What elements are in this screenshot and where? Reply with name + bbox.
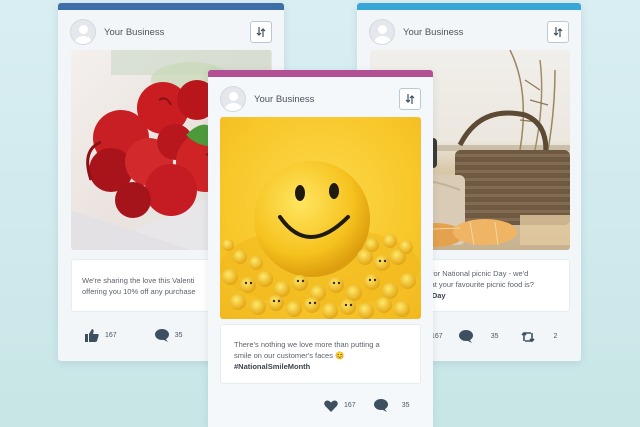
sync-button[interactable]	[547, 21, 569, 43]
smiley-illustration	[220, 161, 420, 319]
sync-arrows-icon	[405, 94, 415, 104]
user-avatar-icon[interactable]	[369, 19, 395, 45]
post-stats: 167 35 2	[431, 330, 557, 343]
comment-count: 35	[490, 333, 499, 340]
like-count: 167	[344, 402, 356, 409]
post-hashtag[interactable]: #NationalSmileMonth	[234, 362, 410, 373]
sync-button[interactable]	[250, 21, 272, 43]
post-text-box: There's nothing we love more than puttin…	[220, 324, 421, 384]
speech-bubble-icon	[458, 330, 473, 343]
sync-arrows-icon	[553, 27, 563, 37]
heart-icon	[324, 399, 338, 412]
post-text-line: what your favourite picnic food is?	[421, 279, 534, 289]
card-accent-bar	[357, 3, 581, 10]
card-accent-bar	[208, 70, 433, 77]
speech-bubble-icon	[154, 329, 169, 342]
post-card-center: Your Business There's nothing we love mo…	[208, 70, 433, 427]
post-text-line: up for National picnic Day - we'd	[421, 269, 529, 278]
speech-bubble-icon	[373, 399, 388, 412]
like-stat[interactable]: 167	[85, 329, 117, 342]
comment-count: 35	[401, 402, 410, 409]
post-stats: 167 35	[324, 399, 409, 412]
thumbs-up-icon	[85, 329, 99, 342]
post-header: Your Business	[220, 84, 421, 114]
post-header: Your Business	[70, 17, 272, 47]
user-avatar-icon[interactable]	[70, 19, 96, 45]
sync-button[interactable]	[399, 88, 421, 110]
sync-arrows-icon	[256, 27, 266, 37]
business-name: Your Business	[403, 26, 464, 38]
business-name: Your Business	[254, 93, 315, 105]
comment-count: 35	[174, 332, 183, 339]
comment-stat[interactable]: 35	[154, 329, 183, 342]
post-text-line: There's nothing we love more than puttin…	[234, 340, 380, 349]
comment-stat[interactable]: 35	[373, 399, 410, 412]
post-hashtag[interactable]: nicDay	[421, 291, 559, 302]
retweet-stat[interactable]: 2	[521, 331, 557, 343]
user-avatar-icon[interactable]	[220, 86, 246, 112]
post-text-line: smile on our customer's faces 😊	[234, 350, 345, 360]
retweet-icon	[521, 331, 536, 342]
card-accent-bar	[58, 3, 284, 10]
smiley-image	[220, 117, 421, 319]
post-stats: 167 35	[85, 329, 182, 342]
comment-stat[interactable]: 35	[458, 330, 499, 343]
like-count: 167	[105, 332, 117, 339]
retweet-count: 2	[553, 333, 558, 340]
like-stat[interactable]: 167	[324, 399, 356, 412]
business-name: Your Business	[104, 26, 165, 38]
post-header: Your Business	[369, 17, 569, 47]
